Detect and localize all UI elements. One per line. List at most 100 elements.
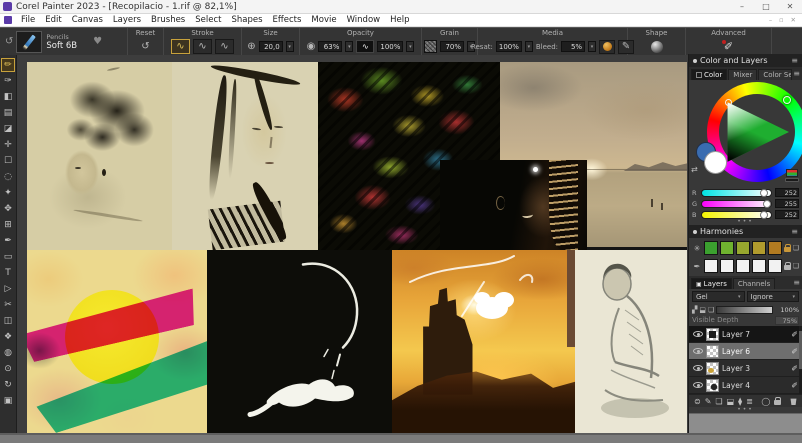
lock-layer-icon[interactable]	[774, 397, 782, 405]
new-layer-icon[interactable]: ≣	[746, 397, 753, 406]
media-dab-button[interactable]	[599, 39, 616, 54]
size-stepper[interactable]: ▾	[285, 41, 294, 52]
menu-window[interactable]: Window	[342, 15, 386, 25]
color-tabs-menu-icon[interactable]: ≡	[793, 69, 800, 78]
eraser-tool[interactable]: ◪	[1, 121, 16, 137]
copy-harmony-icon[interactable]: ❏	[793, 244, 799, 252]
cloner-tool[interactable]: ◍	[1, 345, 16, 361]
opacity-expression-icon[interactable]: ∿	[356, 40, 375, 53]
magnifier-tool[interactable]: ⊙	[1, 361, 16, 377]
paper-selector[interactable]: ▤	[1, 105, 16, 121]
brush-selector[interactable]	[16, 30, 43, 53]
rect-select-tool[interactable]: ☐	[1, 153, 16, 169]
favorite-brush-icon[interactable]: ♥	[93, 36, 102, 47]
color-stamp-icon[interactable]	[785, 178, 799, 182]
tab-mixer[interactable]: Mixer	[728, 69, 758, 80]
pickup-underlying-icon[interactable]: ❏	[708, 306, 714, 314]
layer-row-4[interactable]: Layer 4 ✐	[689, 377, 802, 394]
lock-icon[interactable]	[783, 244, 791, 252]
hue-marker[interactable]	[783, 96, 791, 104]
text-tool[interactable]: T	[1, 265, 16, 281]
harmony-swatch[interactable]	[719, 259, 734, 273]
tab-channels[interactable]: Channels	[732, 278, 776, 289]
harmony-swatch[interactable]	[751, 259, 766, 273]
navigator-toggle[interactable]: ▣	[1, 393, 16, 409]
opacity-field[interactable]: 63%	[318, 41, 343, 52]
layers-menu-icon[interactable]: ≡	[793, 278, 800, 287]
menu-help[interactable]: Help	[385, 15, 414, 25]
layer-row-3[interactable]: Layer 3 ✐	[689, 360, 802, 377]
group-layers-icon[interactable]: ❏	[715, 397, 722, 406]
composite-depth-dropdown[interactable]: Ignore ▾	[746, 291, 799, 302]
maximize-button[interactable]: □	[754, 0, 778, 13]
primary-color-swatch[interactable]	[704, 151, 727, 174]
scissors-tool[interactable]: ✂	[1, 297, 16, 313]
color-marker[interactable]	[725, 99, 732, 106]
harmony-spray-icon[interactable]: ✳	[692, 244, 702, 253]
layer-adjuster-tool[interactable]: ✛	[1, 137, 16, 153]
pen-tool[interactable]: ✒	[1, 233, 16, 249]
delete-layer-icon[interactable]	[790, 398, 797, 405]
green-slider[interactable]	[701, 199, 772, 208]
copy-harmony-icon[interactable]: ❏	[793, 262, 799, 270]
rect-shape-tool[interactable]: ▭	[1, 249, 16, 265]
blue-slider[interactable]	[701, 210, 772, 219]
menu-brushes[interactable]: Brushes	[146, 15, 190, 25]
harmony-swatch[interactable]	[751, 241, 766, 255]
menu-file[interactable]: File	[16, 15, 40, 25]
visible-depth-value[interactable]: 75%	[775, 315, 799, 325]
kaleidoscope-tool[interactable]: ❖	[1, 329, 16, 345]
doc-restore-button[interactable]: ▫	[779, 16, 783, 24]
menu-effects[interactable]: Effects	[268, 15, 307, 25]
visibility-eye-icon[interactable]	[693, 348, 703, 354]
brush-history-icon[interactable]: ↺	[5, 36, 13, 47]
stroke-type-freehand-button[interactable]: ∿	[171, 39, 190, 54]
red-slider[interactable]	[701, 188, 772, 197]
duplicate-layer-icon[interactable]: ⧫	[738, 397, 742, 406]
bleed-field[interactable]: 5%	[561, 41, 586, 52]
sliders-mode-icon[interactable]	[786, 169, 798, 177]
tab-color-set-libraries[interactable]: Color Set Librarie	[758, 69, 793, 80]
stroke-options-button[interactable]: ∿	[215, 39, 234, 54]
layer-row-6[interactable]: Layer 6 ✐	[689, 343, 802, 360]
harmony-swatch[interactable]	[767, 241, 782, 255]
canvas-document[interactable]	[27, 62, 687, 433]
harmony-swatch[interactable]	[767, 259, 782, 273]
blue-slider-knob[interactable]	[760, 210, 768, 219]
menu-shapes[interactable]: Shapes	[226, 15, 267, 25]
harmony-swatch[interactable]	[719, 241, 734, 255]
harmony-pen-icon[interactable]: ✒	[692, 262, 702, 271]
panel-menu-icon[interactable]: ≡	[791, 56, 798, 65]
green-value[interactable]: 255	[775, 199, 799, 208]
reset-brush-icon[interactable]: ↺	[141, 41, 149, 52]
layer-row-7[interactable]: Layer 7 ✐	[689, 326, 802, 343]
grain-field[interactable]: 70%	[440, 41, 464, 52]
dab-shape-icon[interactable]	[650, 40, 663, 53]
menu-edit[interactable]: Edit	[40, 15, 66, 25]
menu-layers[interactable]: Layers	[108, 15, 146, 25]
mirror-painting-tool[interactable]: ◫	[1, 313, 16, 329]
transform-tool[interactable]: ✥	[1, 201, 16, 217]
composite-method-dropdown[interactable]: Gel ▾	[692, 291, 745, 302]
tab-layers[interactable]: ▣ Layers	[691, 278, 732, 289]
lock-pick-icon[interactable]: ▞	[692, 306, 697, 314]
rotate-page-tool[interactable]: ↻	[1, 377, 16, 393]
preserve-transparency-icon[interactable]: ⬓	[699, 306, 706, 314]
minimize-button[interactable]: –	[730, 0, 754, 13]
lasso-tool[interactable]: ◌	[1, 169, 16, 185]
advanced-brush-icon[interactable]: ✐	[721, 40, 733, 53]
opacity-expression-field[interactable]: 100%	[377, 41, 404, 52]
stroke-type-straight-button[interactable]: ∿	[193, 39, 212, 54]
tab-color[interactable]: Color	[691, 69, 728, 80]
size-field[interactable]: 20,0	[258, 41, 283, 52]
paint-bucket-tool[interactable]: ◧	[1, 89, 16, 105]
restore-default-icon[interactable]: ✎	[705, 397, 712, 406]
harmony-swatch[interactable]	[735, 259, 750, 273]
resat-field[interactable]: 100%	[495, 41, 522, 52]
menu-canvas[interactable]: Canvas	[67, 15, 108, 25]
convert-layer-icon[interactable]: ⬓	[727, 397, 735, 406]
visibility-eye-icon[interactable]	[693, 382, 703, 388]
harmony-swatch[interactable]	[735, 241, 750, 255]
opacity-expression-stepper[interactable]: ▾	[406, 41, 415, 52]
red-value[interactable]: 252	[775, 188, 799, 197]
